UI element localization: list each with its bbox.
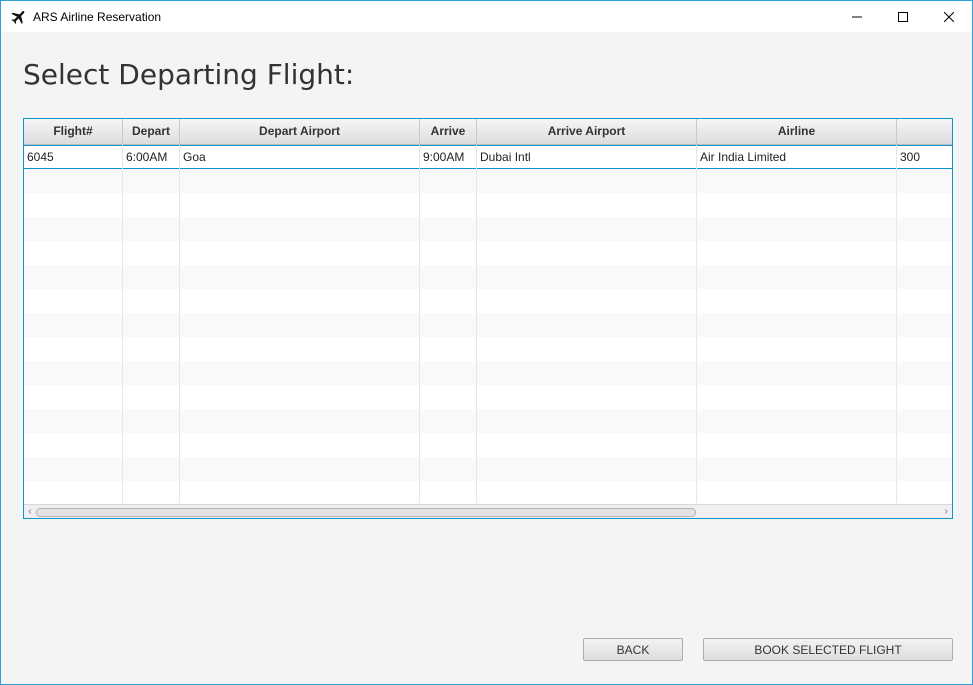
flights-table[interactable]: Flight# Depart Depart Airport Arrive Arr…	[23, 118, 953, 519]
scrollbar-thumb[interactable]	[36, 508, 696, 517]
column-header-depart-airport[interactable]: Depart Airport	[180, 119, 420, 144]
cell-airline: Air India Limited	[700, 150, 787, 164]
page-title: Select Departing Flight:	[23, 58, 355, 91]
empty-row	[24, 289, 952, 313]
column-header-arrive-airport[interactable]: Arrive Airport	[477, 119, 697, 144]
horizontal-scrollbar[interactable]: ‹ ›	[24, 504, 952, 518]
cell-depart: 6:00AM	[126, 150, 168, 164]
column-header-price[interactable]	[897, 119, 952, 144]
column-divider	[476, 145, 477, 503]
back-button[interactable]: BACK	[583, 638, 683, 661]
empty-row	[24, 265, 952, 289]
table-body: 6045 6:00AM Goa 9:00AM Dubai Intl Air In…	[24, 145, 952, 503]
minimize-icon	[852, 16, 862, 17]
empty-row	[24, 481, 952, 503]
column-divider	[696, 145, 697, 503]
empty-row	[24, 169, 952, 193]
cell-price: 300	[900, 150, 921, 164]
empty-row	[24, 217, 952, 241]
cell-arrive-airport: Dubai Intl	[480, 150, 531, 164]
empty-row	[24, 337, 952, 361]
empty-row	[24, 193, 952, 217]
table-row[interactable]: 6045 6:00AM Goa 9:00AM Dubai Intl Air In…	[24, 145, 952, 169]
empty-row	[24, 433, 952, 457]
column-divider	[896, 145, 897, 503]
maximize-icon	[898, 11, 908, 22]
airplane-icon	[11, 11, 25, 24]
column-header-depart[interactable]: Depart	[123, 119, 180, 144]
empty-row	[24, 361, 952, 385]
column-header-flight[interactable]: Flight#	[24, 119, 123, 144]
column-divider	[122, 145, 123, 503]
app-window: ARS Airline Reservation Select Departing…	[0, 0, 973, 685]
empty-row	[24, 385, 952, 409]
close-button[interactable]	[926, 1, 972, 32]
cell-flight: 6045	[27, 150, 54, 164]
window-title: ARS Airline Reservation	[33, 10, 162, 24]
column-divider	[179, 145, 180, 503]
title-bar[interactable]: ARS Airline Reservation	[1, 1, 972, 32]
scroll-left-icon[interactable]: ‹	[25, 507, 35, 517]
column-header-arrive[interactable]: Arrive	[420, 119, 477, 144]
empty-row	[24, 457, 952, 481]
cell-arrive: 9:00AM	[423, 150, 465, 164]
close-icon	[944, 11, 954, 22]
empty-row	[24, 313, 952, 337]
cell-depart-airport: Goa	[183, 150, 206, 164]
maximize-button[interactable]	[880, 1, 926, 32]
empty-row	[24, 409, 952, 433]
book-selected-flight-button[interactable]: BOOK SELECTED FLIGHT	[703, 638, 953, 661]
column-header-airline[interactable]: Airline	[697, 119, 897, 144]
table-header: Flight# Depart Depart Airport Arrive Arr…	[24, 119, 952, 145]
column-divider	[419, 145, 420, 503]
minimize-button[interactable]	[834, 1, 880, 32]
empty-row	[24, 241, 952, 265]
scroll-right-icon[interactable]: ›	[941, 507, 951, 517]
